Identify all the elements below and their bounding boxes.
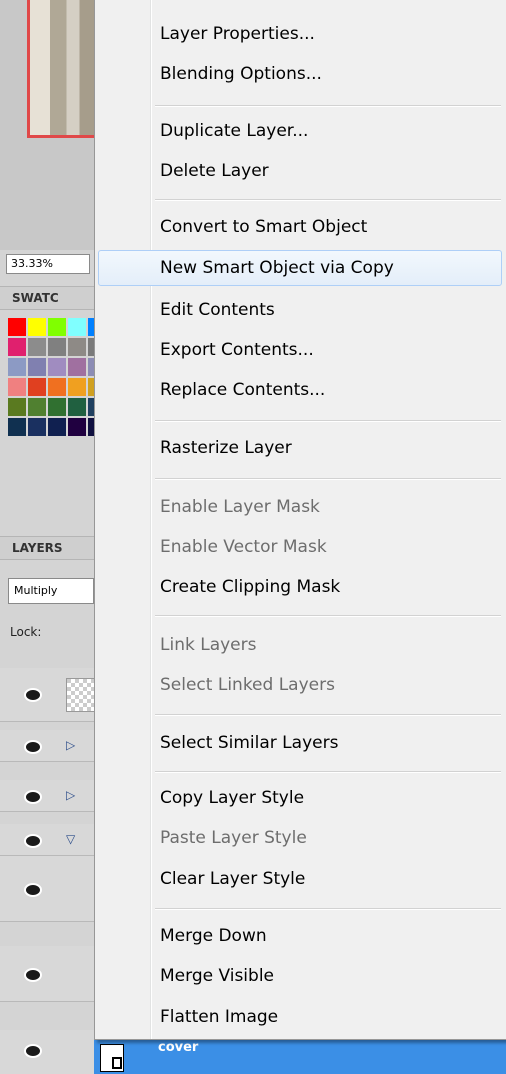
- lock-label: Lock:: [10, 625, 42, 639]
- color-swatch[interactable]: [68, 378, 86, 396]
- layer-thumbnail: [66, 678, 96, 712]
- zoom-level-field[interactable]: 33.33%: [6, 254, 90, 274]
- color-swatch[interactable]: [48, 318, 66, 336]
- smart-object-icon: [100, 1044, 124, 1072]
- menu-separator: [155, 199, 501, 201]
- menu-separator: [155, 478, 501, 480]
- eye-icon[interactable]: [24, 834, 42, 848]
- color-swatch[interactable]: [68, 418, 86, 436]
- color-swatch[interactable]: [28, 338, 46, 356]
- menu-separator: [155, 908, 501, 910]
- menu-item-layer-properties[interactable]: Layer Properties...: [98, 16, 502, 52]
- color-swatch[interactable]: [48, 358, 66, 376]
- menu-item-replace-contents[interactable]: Replace Contents...: [98, 372, 502, 408]
- menu-item-enable-vector-mask: Enable Vector Mask: [160, 537, 327, 557]
- color-swatch[interactable]: [8, 418, 26, 436]
- color-swatch[interactable]: [28, 318, 46, 336]
- color-swatch[interactable]: [48, 418, 66, 436]
- color-swatch[interactable]: [48, 338, 66, 356]
- menu-item-convert-to-smart-object[interactable]: Convert to Smart Object: [98, 209, 502, 245]
- eye-icon[interactable]: [24, 688, 42, 702]
- navigator-thumbnail[interactable]: [27, 0, 99, 138]
- triangle-right-icon[interactable]: ▷: [66, 788, 75, 802]
- color-swatch[interactable]: [28, 398, 46, 416]
- menu-separator: [155, 714, 501, 716]
- menu-item-merge-down[interactable]: Merge Down: [98, 918, 502, 954]
- color-swatch[interactable]: [48, 378, 66, 396]
- triangle-down-icon[interactable]: ▽: [66, 832, 75, 846]
- eye-icon[interactable]: [24, 883, 42, 897]
- menu-separator: [155, 420, 501, 422]
- menu-item-create-clipping-mask[interactable]: Create Clipping Mask: [98, 569, 502, 605]
- color-swatch[interactable]: [28, 358, 46, 376]
- menu-item-flatten-image[interactable]: Flatten Image: [98, 999, 502, 1035]
- selected-layer-row[interactable]: [94, 1038, 506, 1074]
- menu-item-select-linked-layers: Select Linked Layers: [160, 675, 335, 695]
- color-swatch[interactable]: [68, 318, 86, 336]
- menu-item-merge-visible[interactable]: Merge Visible: [98, 958, 502, 994]
- triangle-right-icon[interactable]: ▷: [66, 738, 75, 752]
- menu-item-duplicate-layer[interactable]: Duplicate Layer...: [98, 113, 502, 149]
- color-swatch[interactable]: [8, 338, 26, 356]
- color-swatch[interactable]: [48, 398, 66, 416]
- layer-context-menu: Layer Properties... Blending Options... …: [94, 0, 506, 1040]
- menu-item-select-similar-layers[interactable]: Select Similar Layers: [98, 725, 502, 761]
- color-swatch[interactable]: [8, 358, 26, 376]
- eye-icon[interactable]: [24, 968, 42, 982]
- menu-item-paste-layer-style: Paste Layer Style: [160, 828, 307, 848]
- color-swatch[interactable]: [8, 398, 26, 416]
- selected-layer-name: cover: [158, 1040, 199, 1055]
- color-swatch[interactable]: [68, 358, 86, 376]
- menu-item-rasterize-layer[interactable]: Rasterize Layer: [98, 430, 502, 466]
- eye-icon[interactable]: [24, 790, 42, 804]
- menu-separator: [155, 105, 501, 107]
- menu-separator: [155, 615, 501, 617]
- menu-item-enable-layer-mask: Enable Layer Mask: [160, 497, 320, 517]
- color-swatch[interactable]: [28, 418, 46, 436]
- menu-item-copy-layer-style[interactable]: Copy Layer Style: [98, 780, 502, 816]
- menu-item-delete-layer[interactable]: Delete Layer: [98, 153, 502, 189]
- menu-item-edit-contents[interactable]: Edit Contents: [98, 292, 502, 328]
- color-swatch[interactable]: [68, 398, 86, 416]
- menu-item-link-layers: Link Layers: [160, 635, 257, 655]
- color-swatch[interactable]: [28, 378, 46, 396]
- eye-icon[interactable]: [24, 740, 42, 754]
- color-swatch[interactable]: [8, 378, 26, 396]
- menu-item-new-smart-object-via-copy[interactable]: New Smart Object via Copy: [98, 250, 502, 286]
- eye-icon[interactable]: [24, 1044, 42, 1058]
- menu-item-blending-options[interactable]: Blending Options...: [98, 56, 502, 92]
- swatches-grid: [8, 318, 106, 436]
- color-swatch[interactable]: [68, 338, 86, 356]
- blend-mode-select[interactable]: Multiply: [8, 578, 94, 604]
- color-swatch[interactable]: [8, 318, 26, 336]
- menu-separator: [155, 771, 501, 773]
- menu-item-export-contents[interactable]: Export Contents...: [98, 332, 502, 368]
- menu-item-clear-layer-style[interactable]: Clear Layer Style: [98, 861, 502, 897]
